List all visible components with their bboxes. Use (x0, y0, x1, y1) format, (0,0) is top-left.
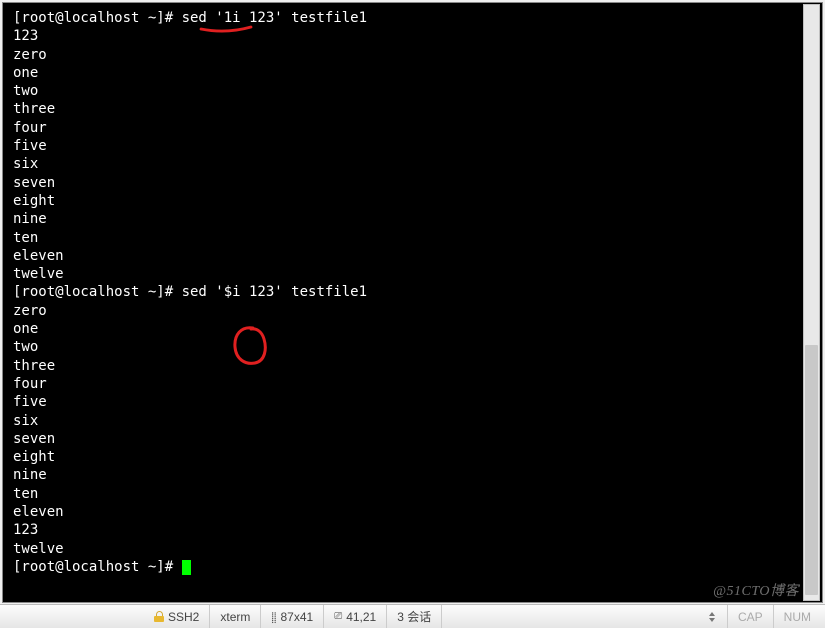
output-line: four (13, 119, 814, 137)
status-size: ⸽⸽ 87x41 (261, 605, 324, 628)
output-line: nine (13, 466, 814, 484)
command-line-3: [root@localhost ~]# (13, 558, 814, 576)
pos-icon: ⎚ (334, 611, 342, 622)
lock-icon (154, 611, 164, 622)
prompt-3: [root@localhost ~]# (13, 559, 182, 575)
output-line: eleven (13, 503, 814, 521)
status-ssh: SSH2 (144, 605, 210, 628)
output-line: three (13, 100, 814, 118)
command-line-1: [root@localhost ~]# sed '1i 123' testfil… (13, 9, 814, 27)
status-ssh-label: SSH2 (168, 610, 199, 624)
scrollbar[interactable] (803, 4, 820, 601)
status-num: NUM (774, 605, 821, 628)
output-line: twelve (13, 265, 814, 283)
output-line: six (13, 412, 814, 430)
prompt-2: [root@localhost ~]# (13, 284, 182, 300)
watermark: @51CTO博客 (713, 580, 799, 600)
output-line: zero (13, 46, 814, 64)
status-sessions[interactable]: 3 会话 (387, 605, 442, 628)
output-line: eight (13, 192, 814, 210)
output-line: twelve (13, 540, 814, 558)
terminal-content[interactable]: [root@localhost ~]# sed '1i 123' testfil… (3, 3, 822, 582)
output-line: ten (13, 229, 814, 247)
output-line: eight (13, 448, 814, 466)
output-line: two (13, 338, 814, 356)
output-line: six (13, 155, 814, 173)
up-down-icon (707, 611, 717, 623)
size-icon: ⸽⸽ (271, 610, 276, 624)
status-cap: CAP (728, 605, 774, 628)
output-line: three (13, 357, 814, 375)
output-line: nine (13, 210, 814, 228)
status-position: ⎚ 41,21 (324, 605, 387, 628)
output-line: zero (13, 302, 814, 320)
terminal-window: [root@localhost ~]# sed '1i 123' testfil… (2, 2, 823, 603)
command-2: sed '$i 123' testfile1 (182, 284, 367, 300)
output-line: one (13, 320, 814, 338)
output-line: 123 (13, 27, 814, 45)
output-line: 123 (13, 521, 814, 539)
status-bar: SSH2 xterm ⸽⸽ 87x41 ⎚ 41,21 3 会话 CAP NUM (0, 604, 825, 628)
status-pos-label: 41,21 (346, 610, 376, 624)
output-line: seven (13, 430, 814, 448)
status-updown[interactable] (697, 605, 728, 628)
status-term: xterm (210, 605, 261, 628)
output-line: eleven (13, 247, 814, 265)
command-line-2: [root@localhost ~]# sed '$i 123' testfil… (13, 283, 814, 301)
output-line: five (13, 393, 814, 411)
prompt-1: [root@localhost ~]# (13, 10, 182, 26)
scrollbar-thumb[interactable] (805, 345, 818, 595)
output-line: seven (13, 174, 814, 192)
output-line: four (13, 375, 814, 393)
output-line: five (13, 137, 814, 155)
output-line: two (13, 82, 814, 100)
cursor (182, 560, 191, 575)
output-line: one (13, 64, 814, 82)
status-size-label: 87x41 (281, 610, 314, 624)
output-line: ten (13, 485, 814, 503)
command-1: sed '1i 123' testfile1 (182, 10, 367, 26)
